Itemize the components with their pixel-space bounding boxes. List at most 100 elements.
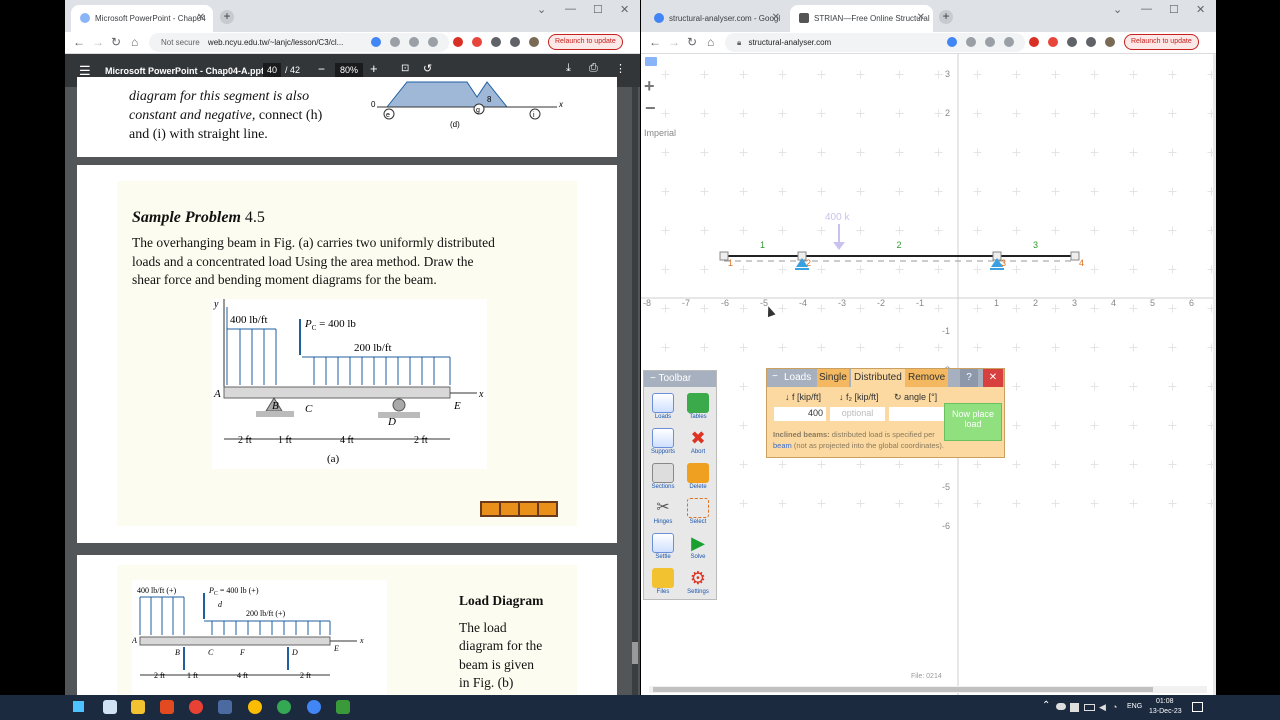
pdf-scroll-thumb[interactable] xyxy=(632,642,638,664)
tool-files[interactable]: Files xyxy=(648,566,678,598)
adblock-icon[interactable] xyxy=(472,37,482,47)
tool-settings[interactable]: ⚙ Settings xyxy=(683,566,713,598)
avatar[interactable] xyxy=(529,37,539,47)
tool-settle[interactable]: Settle xyxy=(648,531,678,563)
avatar-right[interactable] xyxy=(1105,37,1115,47)
tool-supports[interactable]: Supports xyxy=(648,426,678,458)
chevron-down-icon[interactable]: ⌄ xyxy=(537,3,546,16)
notepad-icon[interactable] xyxy=(103,700,117,714)
zoom-out-icon[interactable]: − xyxy=(318,62,325,76)
maximize-icon[interactable]: ☐ xyxy=(593,3,603,16)
tool-sections[interactable]: Sections xyxy=(648,461,678,493)
angle-input[interactable] xyxy=(889,407,944,421)
f2-input[interactable]: optional xyxy=(830,407,885,421)
close-window-icon-right[interactable]: ✕ xyxy=(1196,3,1205,16)
tab-powerpoint[interactable]: Microsoft PowerPoint - Chap04 ✕ xyxy=(71,5,213,32)
minimize-icon[interactable]: — xyxy=(565,3,576,15)
minimize-icon-right[interactable]: — xyxy=(1141,3,1152,15)
maximize-icon-right[interactable]: ☐ xyxy=(1169,3,1179,16)
prev-nav-icon[interactable] xyxy=(501,503,518,515)
relaunch-button-right[interactable]: Relaunch to update xyxy=(1124,34,1199,50)
back-icon[interactable]: ← xyxy=(73,35,85,49)
calculator-icon[interactable] xyxy=(218,700,232,714)
pdf-scrollbar[interactable] xyxy=(632,87,638,695)
forward-icon-right[interactable]: → xyxy=(668,35,680,49)
chrome-profile-4-icon[interactable] xyxy=(307,700,321,714)
chrome-profile-2-icon[interactable] xyxy=(248,700,262,714)
tool-hinges[interactable]: ✂ Hinges xyxy=(648,496,678,528)
tool-loads[interactable]: Loads xyxy=(648,391,678,423)
tab-remove[interactable]: Remove xyxy=(905,369,949,387)
clock-date[interactable]: 13-Dec-23 xyxy=(1149,708,1182,715)
print-icon[interactable]: ⎙ xyxy=(589,62,598,75)
close-tab2-icon[interactable]: ✕ xyxy=(917,12,925,23)
star-icon[interactable] xyxy=(428,37,438,47)
close-tab1-icon[interactable]: ✕ xyxy=(772,12,780,23)
forward-icon[interactable]: → xyxy=(92,35,104,49)
youtube-icon-right[interactable] xyxy=(1029,37,1039,47)
last-nav-icon[interactable] xyxy=(539,503,556,515)
relaunch-button[interactable]: Relaunch to update xyxy=(548,34,623,50)
tray-chevron-icon[interactable]: ⌃ xyxy=(1042,700,1050,711)
tool-tables[interactable]: Tables xyxy=(683,391,713,423)
tab-google[interactable]: structural-analyser.com - Googl ✕ xyxy=(645,5,788,32)
notification-icon[interactable] xyxy=(1192,702,1203,712)
next-nav-icon[interactable] xyxy=(520,503,537,515)
help-button[interactable]: ? xyxy=(960,369,978,387)
file-explorer-icon[interactable] xyxy=(131,700,145,714)
network-icon[interactable] xyxy=(1070,703,1079,712)
google-icon[interactable] xyxy=(371,37,381,47)
chevron-down-icon-right[interactable]: ⌄ xyxy=(1113,3,1122,16)
new-tab-button-right[interactable]: + xyxy=(939,10,953,24)
collapse-loads-icon[interactable]: − xyxy=(772,371,778,382)
close-tab-icon[interactable]: ✕ xyxy=(197,12,205,23)
tab-strian[interactable]: STRIAN—Free Online Structural ✕ xyxy=(790,5,933,32)
reload-icon-right[interactable]: ↻ xyxy=(687,35,697,49)
url-field-right[interactable]: 🔒︎ structural-analyser.com xyxy=(725,33,1025,52)
extensions-icon[interactable] xyxy=(491,37,501,47)
zoom-in-button[interactable]: + xyxy=(644,76,655,97)
extensions-icon-right[interactable] xyxy=(1067,37,1077,47)
tab-single[interactable]: Single xyxy=(817,369,849,387)
new-tab-button[interactable]: + xyxy=(220,10,234,24)
wifi-icon[interactable]: ◔ xyxy=(1112,702,1117,712)
collapse-toolbar-icon[interactable]: − xyxy=(650,373,656,384)
tool-delete[interactable]: Delete xyxy=(683,461,713,493)
sidepanel-icon[interactable] xyxy=(510,37,520,47)
chrome-profile-3-icon[interactable] xyxy=(277,700,291,714)
zoom-in-icon[interactable]: + xyxy=(370,61,378,76)
cloud-icon[interactable] xyxy=(1056,703,1066,710)
back-icon-right[interactable]: ← xyxy=(649,35,661,49)
language-indicator[interactable]: ENG xyxy=(1127,703,1142,710)
tool-abort[interactable]: ✖ Abort xyxy=(683,426,713,458)
adblock-icon-right[interactable] xyxy=(1048,37,1058,47)
mail-icon[interactable] xyxy=(645,57,657,66)
rotate-icon[interactable]: ↺ xyxy=(423,62,432,75)
windows-start-icon[interactable] xyxy=(73,701,84,712)
zoom-out-button[interactable]: − xyxy=(645,98,656,119)
f1-input[interactable]: 400 xyxy=(774,407,826,421)
share-icon[interactable] xyxy=(409,37,419,47)
structural-canvas[interactable]: -8-7-6-5-4-3-2-112345665432-1-2-3-4-5-61… xyxy=(641,54,1216,695)
url-field[interactable]: Not secure web.ncyu.edu.tw/~lanjc/lesson… xyxy=(149,33,449,52)
app-icon[interactable] xyxy=(336,700,350,714)
home-icon-right[interactable]: ⌂ xyxy=(707,35,714,49)
star-icon-right[interactable] xyxy=(1004,37,1014,47)
youtube-icon[interactable] xyxy=(453,37,463,47)
zoom-level[interactable]: 80% xyxy=(335,63,364,77)
more-options-icon[interactable]: ⋮ xyxy=(615,62,626,75)
horizontal-scrollbar[interactable] xyxy=(649,686,1207,693)
tab-distributed[interactable]: Distributed xyxy=(851,369,905,387)
reload-icon[interactable]: ↻ xyxy=(111,35,121,49)
units-label[interactable]: Imperial xyxy=(644,128,676,138)
volume-icon[interactable]: ◀ xyxy=(1099,702,1106,713)
zoom-icon[interactable] xyxy=(390,37,400,47)
close-window-icon[interactable]: ✕ xyxy=(620,3,629,16)
clock-time[interactable]: 01:08 xyxy=(1156,698,1174,705)
sidepanel-icon-right[interactable] xyxy=(1086,37,1096,47)
tool-solve[interactable]: ▶ Solve xyxy=(683,531,713,563)
inclined-note-link[interactable]: beam xyxy=(773,441,792,450)
tool-select[interactable]: Select xyxy=(683,496,713,528)
page-number-input[interactable]: 40 xyxy=(263,63,282,77)
battery-icon[interactable] xyxy=(1084,704,1095,711)
